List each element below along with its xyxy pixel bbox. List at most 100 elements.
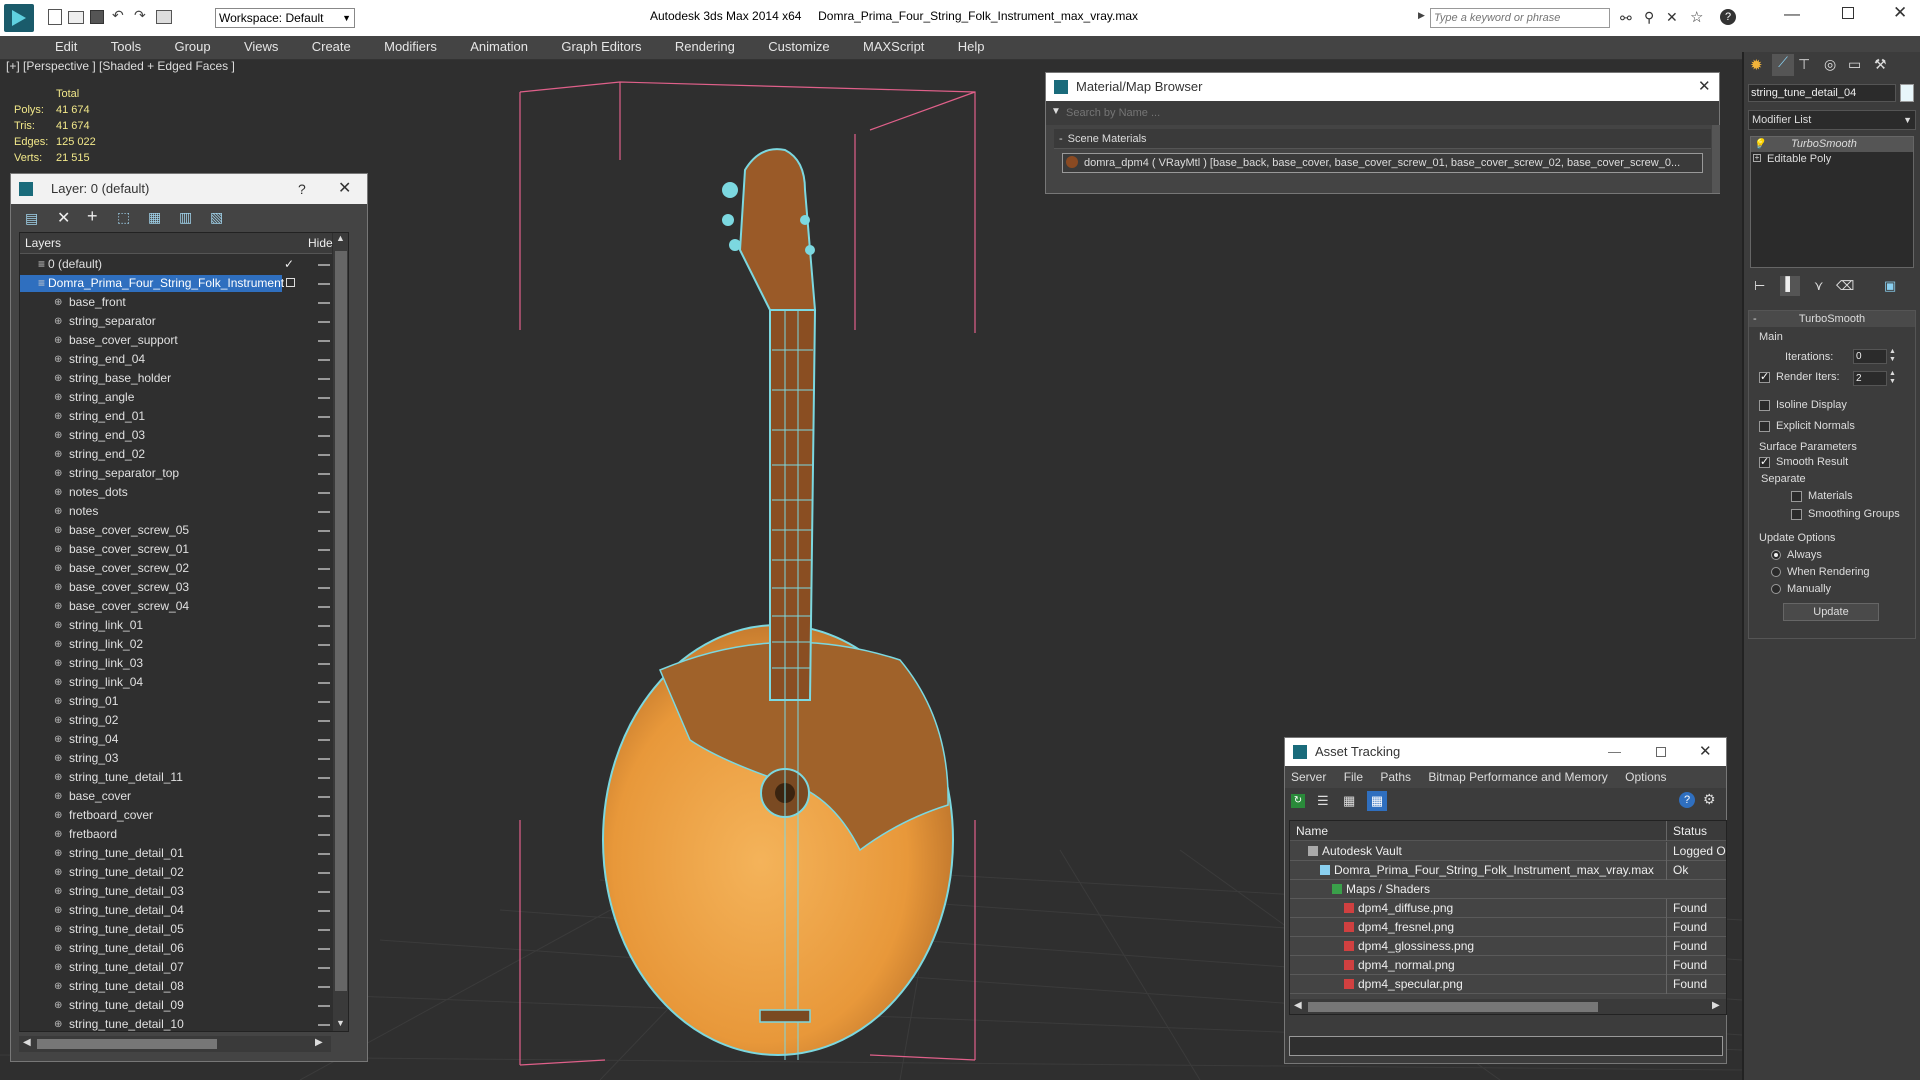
asset-menu-options[interactable]: Options [1625,770,1666,784]
layer-object-row[interactable]: ⊕ string_end_04 [20,350,332,369]
hide-toggle[interactable] [318,587,330,589]
asset-row[interactable]: Autodesk Vault Logged Ou [1290,842,1726,861]
hide-toggle[interactable] [318,435,330,437]
layer-object-row[interactable]: ⊕ string_end_01 [20,407,332,426]
layer-object-row[interactable]: ⊕ base_cover_support [20,331,332,350]
hide-toggle[interactable] [318,758,330,760]
scene-materials-header[interactable]: - Scene Materials [1054,129,1711,149]
pin-stack-icon[interactable]: ⊢ [1754,278,1765,294]
always-radio[interactable] [1771,550,1781,561]
hide-toggle[interactable] [318,739,330,741]
hide-toggle[interactable] [318,682,330,684]
menu-create[interactable]: Create [297,36,366,58]
hierarchy-tab-icon[interactable]: ⊤ [1798,56,1810,73]
modify-tab-icon[interactable]: ⟋ [1772,54,1794,76]
layer-object-row[interactable]: ⊕ string_01 [20,692,332,711]
hide-toggle[interactable] [318,948,330,950]
asset-menu-bitmap[interactable]: Bitmap Performance and Memory [1428,770,1607,784]
asset-maximize-button[interactable] [1656,747,1666,757]
close-window-button[interactable]: ✕ [1893,3,1907,23]
layer-object-row[interactable]: ⊕ string_tune_detail_11 [20,768,332,787]
asset-row[interactable]: Maps / Shaders [1290,880,1726,899]
layer-dialog-titlebar[interactable]: Layer: 0 (default) ? ✕ [11,174,367,204]
search-input[interactable] [1430,8,1610,28]
hide-toggle[interactable] [318,1005,330,1007]
asset-help-icon[interactable]: ? [1679,792,1695,808]
layer-object-row[interactable]: ⊕ base_cover_screw_01 [20,540,332,559]
delete-layer-icon[interactable]: ✕ [57,208,70,228]
asset-close-button[interactable]: ✕ [1699,738,1712,766]
hide-toggle[interactable] [318,815,330,817]
hide-toggle[interactable] [318,701,330,703]
layer-object-row[interactable]: ⊕ string_angle [20,388,332,407]
scroll-right-icon[interactable]: ▶ [1712,1000,1720,1011]
save-file-icon[interactable] [90,10,104,24]
hide-toggle[interactable] [318,872,330,874]
expand-plus-icon[interactable]: + [1753,154,1761,162]
asset-menu-server[interactable]: Server [1291,770,1326,784]
layer-help-button[interactable]: ? [298,174,306,204]
asset-settings-icon[interactable]: ⚙ [1703,791,1716,808]
layer-object-row[interactable]: ⊕ string_tune_detail_08 [20,977,332,996]
create-tab-icon[interactable]: ✹ [1750,56,1763,74]
layer-vscroll[interactable]: ▲ ▼ [333,233,348,1031]
material-browser-vscroll[interactable] [1712,125,1720,193]
hscroll-thumb[interactable] [1308,1002,1598,1012]
app-logo-icon[interactable] [4,4,34,32]
asset-tracking-titlebar[interactable]: Asset Tracking — ✕ [1285,738,1726,766]
hide-toggle[interactable] [318,1024,330,1026]
layer-object-row[interactable]: ⊕ string_tune_detail_05 [20,920,332,939]
scroll-right-icon[interactable]: ▶ [315,1037,323,1048]
layer-object-row[interactable]: ⊕ string_tune_detail_06 [20,939,332,958]
layer-object-row[interactable]: ⊕ string_link_01 [20,616,332,635]
hide-toggle[interactable] [318,720,330,722]
hide-toggle[interactable] [318,986,330,988]
hide-toggle[interactable] [318,834,330,836]
project-folder-icon[interactable] [156,10,172,24]
hscroll-thumb[interactable] [37,1039,217,1049]
layer-object-row[interactable]: ⊕ notes_dots [20,483,332,502]
material-browser-titlebar[interactable]: Material/Map Browser ✕ [1046,73,1719,101]
stack-item-turbosmooth[interactable]: 💡 TurboSmooth [1751,137,1913,152]
menu-rendering[interactable]: Rendering [660,36,750,58]
layer-close-button[interactable]: ✕ [338,174,351,204]
layer-object-row[interactable]: ⊕ string_link_04 [20,673,332,692]
add-to-layer-icon[interactable]: + [87,206,98,227]
layer-object-row[interactable]: ⊕ fretboard_cover [20,806,332,825]
layer-object-row[interactable]: ⊕ string_tune_detail_10 [20,1015,332,1031]
layer-row-selected[interactable]: ≡ Domra_Prima_Four_String_Folk_Instrumen… [20,274,332,293]
hide-toggle[interactable] [318,530,330,532]
open-file-icon[interactable] [68,11,84,24]
render-iters-checkbox[interactable] [1759,370,1770,383]
hide-toggle[interactable] [318,568,330,570]
material-search-input[interactable] [1066,103,1706,123]
maximize-button[interactable] [1842,7,1854,19]
new-file-icon[interactable] [48,9,62,25]
chevron-right-icon[interactable]: ▶ [1418,10,1425,21]
minimize-button[interactable]: — [1784,6,1800,24]
remove-modifier-icon[interactable]: ⌫ [1836,278,1854,294]
hide-toggle[interactable] [318,397,330,399]
layer-object-row[interactable]: ⊕ string_separator [20,312,332,331]
layer-visibility-box[interactable] [286,278,295,287]
layer-object-row[interactable]: ⊕ string_tune_detail_07 [20,958,332,977]
viewport-label[interactable]: [+] [Perspective ] [Shaded + Edged Faces… [6,60,235,73]
set-current-layer-icon[interactable]: ▥ [179,209,192,226]
layer-object-row[interactable]: ⊕ string_tune_detail_03 [20,882,332,901]
menu-help[interactable]: Help [943,36,1000,58]
smooth-result-checkbox[interactable] [1759,455,1770,468]
asset-minimize-button[interactable]: — [1608,738,1621,766]
material-browser-close-button[interactable]: ✕ [1698,73,1711,101]
make-unique-icon[interactable]: ⋎ [1814,278,1824,294]
menu-customize[interactable]: Customize [753,36,844,58]
select-objects-icon[interactable]: ⬚ [117,209,130,226]
asset-row[interactable]: dpm4_specular.png Found [1290,975,1726,994]
hide-toggle[interactable] [318,359,330,361]
object-name-field[interactable] [1748,84,1896,102]
layer-object-row[interactable]: ⊕ string_04 [20,730,332,749]
layer-object-row[interactable]: ⊕ string_end_02 [20,445,332,464]
workspace-dropdown[interactable]: Workspace: Default ▼ [215,8,355,28]
menu-animation[interactable]: Animation [455,36,543,58]
layer-object-row[interactable]: ⊕ string_tune_detail_04 [20,901,332,920]
layer-object-row[interactable]: ⊕ string_link_03 [20,654,332,673]
